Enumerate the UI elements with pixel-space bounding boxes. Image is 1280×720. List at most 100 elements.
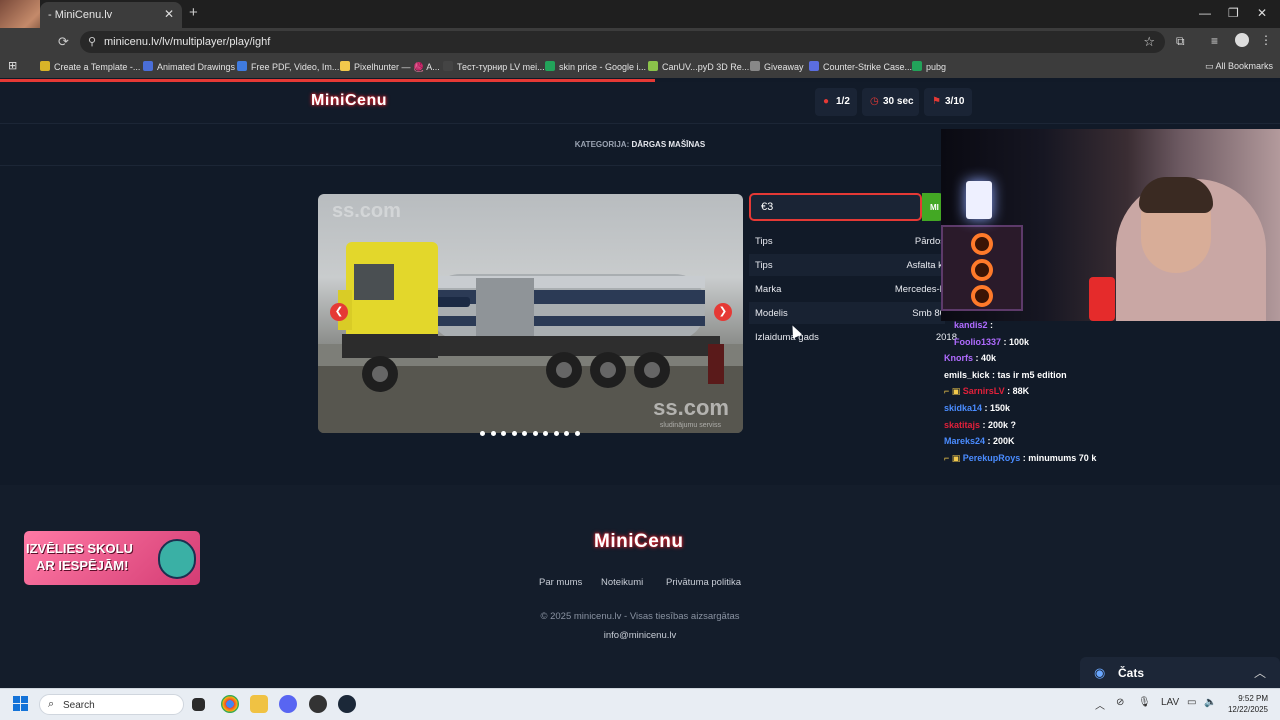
- flag-icon: ⚑: [932, 96, 941, 107]
- user-icon: ●: [823, 96, 830, 107]
- extensions-icon[interactable]: ⧉: [1176, 34, 1190, 48]
- reload-icon[interactable]: ⟳: [58, 34, 69, 50]
- sub-badge-icon: ⌐ ▣: [944, 453, 963, 463]
- steam-icon[interactable]: [338, 695, 356, 713]
- streamer-webcam: [941, 129, 1280, 321]
- profile-icon[interactable]: [1235, 33, 1249, 47]
- chat-message: skidka14 : 150k: [944, 403, 1011, 413]
- fan-icon: [971, 285, 993, 307]
- all-bookmarks-folder[interactable]: ▭ All Bookmarks: [1205, 61, 1273, 72]
- chevron-up-icon[interactable]: ︿: [1254, 664, 1266, 681]
- category-value: DĀRGAS MAŠĪNAS: [631, 140, 706, 149]
- lamp: [966, 181, 992, 219]
- maximize-icon[interactable]: ❐: [1228, 6, 1239, 20]
- round-timer: ◷ 30 sec: [862, 88, 919, 116]
- discord-icon[interactable]: [279, 695, 297, 713]
- bookmark-item[interactable]: skin price - Google i...: [545, 61, 646, 72]
- site-logo[interactable]: MiniCenu: [311, 92, 387, 110]
- task-view-icon[interactable]: [192, 698, 205, 711]
- url-field[interactable]: ⚲ minicenu.lv/lv/multiplayer/play/ighf ☆: [80, 31, 1165, 53]
- volume-icon[interactable]: 🔈: [1204, 697, 1216, 708]
- contact-email[interactable]: info@minicenu.lv: [0, 630, 1280, 641]
- footer-link-privacy[interactable]: Privātuma politika: [666, 577, 741, 588]
- chat-message: emils_kick : tas ir m5 edition: [944, 370, 1067, 380]
- menu-icon[interactable]: ⋮: [1260, 33, 1274, 47]
- chat-widget-label: Čats: [1118, 666, 1145, 680]
- browser-tab-bar: - MiniCenu.lv ✕ + — ❐ ✕: [0, 0, 1280, 28]
- tray-chevron-icon[interactable]: ︿: [1095, 697, 1105, 712]
- taskbar-clock[interactable]: 9:52 PM 12/22/2025: [1222, 693, 1268, 715]
- chat-message: Mareks24 : 200K: [944, 436, 1015, 446]
- chat-bubble-icon: ◉: [1094, 665, 1106, 680]
- bookmark-item[interactable]: Create a Template -...: [40, 61, 140, 72]
- carousel-dot[interactable]: [574, 431, 580, 436]
- chrome-icon[interactable]: [221, 695, 239, 713]
- display-icon[interactable]: ▭: [1187, 697, 1196, 708]
- carousel-dot[interactable]: [480, 431, 485, 436]
- chat-message: kandis2 :: [954, 320, 994, 330]
- new-tab-icon[interactable]: +: [189, 4, 198, 21]
- streamer-hair: [1139, 177, 1213, 213]
- media-icon[interactable]: ≡: [1211, 34, 1225, 48]
- minimize-icon[interactable]: —: [1199, 6, 1211, 20]
- footer-link-about[interactable]: Par mums: [539, 577, 582, 588]
- apps-grid-icon[interactable]: ⊞: [8, 59, 17, 72]
- listing-photo[interactable]: ss.com ss.com sludinājumu serviss: [318, 194, 743, 433]
- tray-icon[interactable]: ⊘: [1116, 697, 1124, 708]
- carousel-dot[interactable]: [532, 431, 538, 436]
- app-icon[interactable]: [309, 695, 327, 713]
- bookmark-item[interactable]: Counter-Strike Case...: [809, 61, 912, 72]
- file-explorer-icon[interactable]: [250, 695, 268, 713]
- chat-widget[interactable]: ◉ Čats ︿: [1080, 657, 1280, 688]
- spec-row: Modelis Smb 80: [749, 302, 945, 324]
- bookmark-favicon: [237, 61, 247, 71]
- fan-icon: [971, 233, 993, 255]
- window-close-icon[interactable]: ✕: [1257, 6, 1267, 20]
- prev-photo-button[interactable]: ❮: [330, 303, 348, 321]
- bookmark-item[interactable]: Тест-турнир LV mei...: [443, 61, 545, 72]
- footer-link-rules[interactable]: Noteikumi: [601, 577, 643, 588]
- fan-icon: [971, 259, 993, 281]
- chat-message: ⌐ ▣ SarnirsLV : 88K: [944, 386, 1030, 396]
- bookmark-item[interactable]: Giveaway: [750, 61, 804, 72]
- bookmark-item[interactable]: Free PDF, Video, Im...: [237, 61, 339, 72]
- chat-message: Knorfs : 40k: [944, 353, 997, 363]
- carousel-dot[interactable]: [564, 431, 569, 436]
- chat-message: skatitajs : 200k ?: [944, 420, 1017, 430]
- mascot-icon: [158, 539, 196, 579]
- language-indicator[interactable]: LAV: [1161, 697, 1179, 708]
- spec-row: Tips Pārdoš: [755, 236, 945, 247]
- site-info-icon[interactable]: ⚲: [88, 35, 96, 48]
- bookmark-item[interactable]: Pixelhunter — 🧶 A...: [340, 61, 440, 73]
- photo-watermark-sub: sludinājumu serviss: [659, 422, 721, 429]
- bookmark-item[interactable]: Animated Drawings: [143, 61, 235, 72]
- carousel-dot[interactable]: [490, 431, 496, 436]
- carousel-dot[interactable]: [501, 431, 506, 436]
- tab-title: - MiniCenu.lv: [48, 9, 113, 21]
- carousel-dot[interactable]: [522, 431, 527, 436]
- bookmark-item[interactable]: CanUV...pyD 3D Re...: [648, 61, 749, 72]
- footer-logo[interactable]: MiniCenu: [594, 531, 684, 553]
- bookmark-favicon: [750, 61, 760, 71]
- bookmark-item[interactable]: pubg: [912, 61, 946, 72]
- next-photo-button[interactable]: ❯: [714, 303, 732, 321]
- browser-tab[interactable]: - MiniCenu.lv ✕: [40, 2, 182, 28]
- ad-text: AR IESPĒJĀM!: [36, 558, 129, 573]
- bookmark-favicon: [545, 61, 555, 71]
- carousel-dot[interactable]: [553, 431, 559, 436]
- address-bar: ⟳ ⚲ minicenu.lv/lv/multiplayer/play/ighf…: [0, 28, 1280, 56]
- search-icon: ⌕: [48, 698, 55, 710]
- carousel-dot[interactable]: [511, 431, 517, 436]
- bookmarks-bar: ⊞ Create a Template -... Animated Drawin…: [0, 56, 1280, 78]
- tab-close-icon[interactable]: ✕: [164, 7, 174, 21]
- price-guess-input[interactable]: €3: [749, 193, 922, 221]
- carousel-dot[interactable]: [543, 431, 548, 436]
- windows-start-icon[interactable]: [13, 696, 29, 712]
- bookmark-favicon: [143, 61, 153, 71]
- ad-banner[interactable]: IZVĒLIES SKOLU AR IESPĒJĀM!: [24, 531, 200, 585]
- bookmark-star-icon[interactable]: ☆: [1143, 34, 1155, 50]
- taskbar-search[interactable]: ⌕ Search: [39, 694, 184, 715]
- photo-watermark: ss.com: [653, 395, 729, 420]
- photo-watermark-top: ss.com: [332, 200, 401, 222]
- microphone-tray-icon[interactable]: 🎙: [1138, 697, 1151, 708]
